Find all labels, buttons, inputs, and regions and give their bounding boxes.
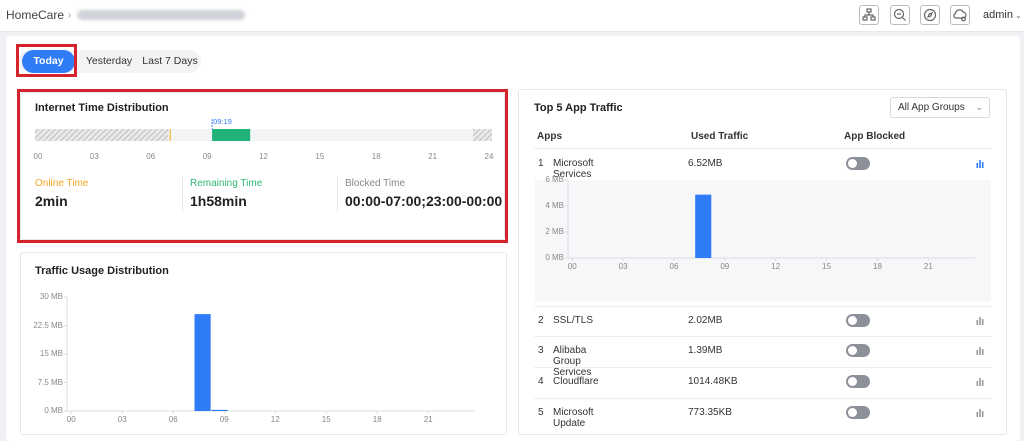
column-app-blocked: App Blocked (844, 131, 906, 142)
remaining-time-label: Remaining Time (190, 178, 263, 189)
cloud-settings-icon[interactable] (950, 5, 970, 25)
compass-icon[interactable] (920, 5, 940, 25)
traffic-usage-x-label: 18 (372, 415, 382, 424)
traffic-usage-card (20, 252, 507, 435)
app-traffic-x-label: 09 (720, 262, 730, 271)
diagnose-icon[interactable] (890, 5, 910, 25)
bar-chart-icon[interactable] (976, 377, 985, 386)
app-traffic-y-label: 6 MB (545, 175, 564, 184)
traffic-usage-title: Traffic Usage Distribution (35, 265, 169, 277)
app-traffic-x-label: 12 (771, 262, 781, 271)
app-group-select[interactable]: All App Groups ⌄ (890, 97, 990, 118)
topology-icon[interactable] (859, 5, 879, 25)
bar-chart-icon[interactable] (976, 159, 985, 168)
app-blocked-toggle[interactable] (846, 406, 870, 419)
redacted-device-name (77, 10, 246, 20)
row-divider (534, 398, 992, 399)
row-number: 5 (538, 407, 544, 418)
app-detail-panel (535, 180, 991, 301)
app-name: Microsoft Update (553, 407, 594, 429)
column-apps: Apps (537, 131, 562, 142)
app-traffic-x-label: 00 (567, 262, 577, 271)
internet-time-highlight (17, 89, 508, 243)
breadcrumb-separator: › (68, 9, 72, 21)
online-time-label: Online Time (35, 178, 89, 189)
row-number: 2 (538, 315, 544, 326)
traffic-usage-x-label: 00 (66, 415, 76, 424)
app-name: SSL/TLS (553, 315, 594, 326)
breadcrumb: HomeCare › (6, 8, 246, 22)
app-blocked-toggle[interactable] (846, 314, 870, 327)
traffic-usage-x-label: 03 (117, 415, 127, 424)
app-traffic-x-label: 03 (618, 262, 628, 271)
user-name: admin (983, 9, 1013, 21)
app-name: Cloudflare (553, 376, 599, 387)
traffic-usage-x-label: 21 (423, 415, 433, 424)
top-apps-title: Top 5 App Traffic (534, 102, 623, 114)
app-used-traffic: 773.35KB (688, 407, 732, 418)
app-traffic-y-label: 0 MB (545, 253, 564, 262)
row-number: 1 (538, 158, 544, 169)
traffic-usage-y-label: 22.5 MB (33, 320, 63, 330)
app-traffic-x-label: 06 (669, 262, 679, 271)
app-traffic-y-label: 4 MB (545, 201, 564, 210)
column-used-traffic: Used Traffic (691, 131, 749, 142)
online-time-value: 2min (35, 193, 68, 209)
bar-chart-icon[interactable] (976, 408, 985, 417)
breadcrumb-root[interactable]: HomeCare (6, 8, 64, 22)
app-blocked-toggle[interactable] (846, 157, 870, 170)
blocked-time-label: Blocked Time (345, 178, 406, 189)
app-traffic-x-label: 15 (822, 262, 832, 271)
row-number: 3 (538, 345, 544, 356)
traffic-usage-x-label: 09 (219, 415, 229, 424)
app-traffic-x-label: 18 (873, 262, 882, 271)
app-used-traffic: 1.39MB (688, 345, 723, 356)
bar-chart-icon[interactable] (976, 316, 985, 325)
today-tab-highlight (16, 44, 77, 77)
app-used-traffic: 1014.48KB (688, 376, 738, 387)
blocked-time-value: 00:00-07:00;23:00-00:00 (345, 193, 503, 209)
traffic-usage-x-label: 12 (270, 415, 280, 424)
traffic-usage-x-label: 15 (321, 415, 331, 424)
chevron-down-icon: ⌄ (1014, 11, 1022, 20)
app-name: Alibaba Group Services (553, 345, 592, 378)
chevron-down-icon: ⌄ (975, 102, 983, 112)
traffic-usage-y-label: 15 MB (39, 349, 63, 358)
top-bar: HomeCare › admin ⌄ (0, 0, 1024, 32)
app-used-traffic: 6.52MB (688, 158, 723, 169)
remaining-time-value: 1h58min (190, 193, 247, 209)
row-number: 4 (538, 376, 544, 387)
row-divider (534, 306, 992, 307)
app-blocked-toggle[interactable] (846, 375, 870, 388)
bar-chart-icon[interactable] (976, 346, 985, 355)
tab-last-7-days[interactable]: Last 7 Days (140, 50, 200, 73)
traffic-usage-y-label: 30 MB (39, 292, 63, 301)
traffic-usage-x-label: 06 (168, 415, 178, 424)
traffic-usage-y-label: 0 MB (44, 406, 63, 415)
app-group-select-value: All App Groups (898, 102, 965, 113)
app-used-traffic: 2.02MB (688, 315, 723, 326)
row-divider (534, 336, 992, 337)
tab-yesterday[interactable]: Yesterday (78, 50, 140, 73)
traffic-usage-y-label: 7.5 MB (37, 377, 63, 387)
user-menu[interactable]: admin ⌄ (983, 9, 1022, 21)
row-divider (534, 367, 992, 368)
app-traffic-x-label: 21 (923, 262, 933, 271)
app-traffic-y-label: 2 MB (545, 227, 564, 236)
app-blocked-toggle[interactable] (846, 344, 870, 357)
